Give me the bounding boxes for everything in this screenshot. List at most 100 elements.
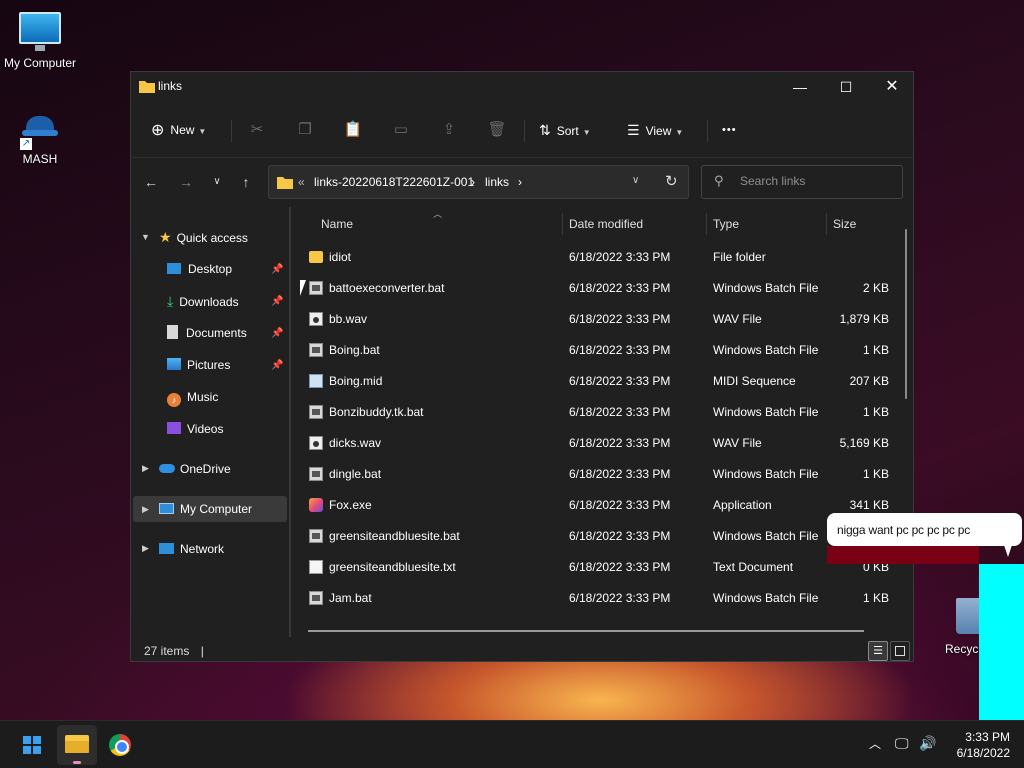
cut-icon[interactable]: ✂ <box>243 116 271 144</box>
cloud-icon <box>159 464 175 473</box>
copy-icon[interactable]: ❐ <box>291 116 319 144</box>
search-input[interactable] <box>740 174 890 188</box>
close-button[interactable]: ✕ <box>869 72 915 102</box>
volume-icon[interactable]: 🔊 <box>919 735 936 752</box>
file-name: dingle.bat <box>329 467 382 481</box>
column-header-date-modified[interactable]: Date modified <box>569 217 643 231</box>
file-row[interactable]: Jam.bat 6/18/2022 3:33 PM Windows Batch Fi… <box>297 583 897 614</box>
minimize-button[interactable]: — <box>777 72 823 102</box>
address-overflow[interactable]: « <box>298 175 305 189</box>
file-name: bb.wav <box>329 312 368 326</box>
file-type: Windows Batch File <box>713 591 819 605</box>
new-button[interactable]: ⊕ New ▼ <box>151 116 206 144</box>
delete-icon[interactable]: 🗑 <box>483 116 511 144</box>
file-type: Windows Batch File <box>713 529 819 543</box>
sidebar-item-my-computer[interactable]: ▶ My Computer <box>133 496 287 522</box>
file-date-modified: 6/18/2022 3:33 PM <box>569 343 671 357</box>
desktop-icon-my-computer[interactable]: My Computer <box>0 12 80 70</box>
file-row[interactable]: idiot 6/18/2022 3:33 PM File folder <box>297 242 897 273</box>
file-row[interactable]: dicks.wav 6/18/2022 3:33 PM WAV File 5,169 … <box>297 428 897 459</box>
details-view-button[interactable]: ☰ <box>868 641 888 661</box>
tiles-view-button[interactable] <box>890 641 910 661</box>
address-segment[interactable]: links-20220618T222601Z-001 <box>314 175 474 189</box>
file-date-modified: 6/18/2022 3:33 PM <box>569 591 671 605</box>
forward-arrow-icon[interactable]: → <box>174 170 198 194</box>
vertical-scrollbar[interactable] <box>905 229 907 399</box>
file-name: battoexeconverter.bat <box>329 281 445 295</box>
back-arrow-icon[interactable]: ← <box>139 170 163 194</box>
start-button[interactable] <box>12 725 52 765</box>
chevron-right-icon[interactable]: ▶ <box>142 496 149 522</box>
chevron-right-icon[interactable]: ▶ <box>142 463 149 474</box>
chevron-down-icon: ▼ <box>582 128 591 137</box>
wav-file-icon <box>309 436 323 450</box>
chevron-down-icon: ▼ <box>675 128 684 137</box>
sidebar-item-videos[interactable]: Videos <box>167 416 287 442</box>
file-row[interactable]: bb.wav 6/18/2022 3:33 PM WAV File 1,879 KB <box>297 304 897 335</box>
mouse-cursor-icon <box>300 280 312 296</box>
chevron-right-icon[interactable]: ▶ <box>142 543 149 554</box>
sidebar-item-network[interactable]: Network <box>159 536 287 562</box>
taskbar-file-explorer[interactable] <box>57 725 97 765</box>
sidebar-item-downloads[interactable]: ⤓ Downloads <box>167 288 287 314</box>
address-segment[interactable]: links <box>485 175 509 189</box>
up-arrow-icon[interactable]: ↑ <box>234 170 258 194</box>
search-box[interactable]: ⚲ <box>701 165 903 199</box>
maximize-button[interactable]: ☐ <box>823 72 869 102</box>
chevron-down-icon[interactable]: ▼ <box>141 232 150 242</box>
sidebar-item-pictures[interactable]: Pictures <box>167 352 287 378</box>
refresh-icon[interactable]: ↻ <box>665 172 678 190</box>
paste-icon[interactable]: 📋 <box>339 116 367 144</box>
file-row[interactable]: Fox.exe 6/18/2022 3:33 PM Application 341 K… <box>297 490 897 521</box>
computer-icon <box>19 12 61 51</box>
sidebar-item-label: Downloads <box>179 295 239 309</box>
sidebar-scrollbar[interactable] <box>289 207 291 637</box>
share-icon[interactable]: ⇪ <box>435 116 463 144</box>
file-size: 2 KB <box>862 281 889 295</box>
file-row[interactable]: dingle.bat 6/18/2022 3:33 PM Windows Batch… <box>297 459 897 490</box>
see-more-button[interactable]: ••• <box>722 116 737 144</box>
file-row[interactable]: Boing.mid 6/18/2022 3:33 PM MIDI Sequence 2… <box>297 366 897 397</box>
file-size: 1,879 KB <box>839 312 889 326</box>
address-bar[interactable]: « links-20220618T222601Z-001 › links › ∨… <box>268 165 689 199</box>
title-bar[interactable]: links — ☐ ✕ <box>131 72 913 102</box>
network-icon <box>159 543 174 554</box>
file-size: 207 KB <box>849 374 889 388</box>
rename-icon[interactable]: ▭ <box>387 116 415 144</box>
file-date-modified: 6/18/2022 3:33 PM <box>569 467 671 481</box>
file-row[interactable]: Bonzibuddy.tk.bat 6/18/2022 3:33 PM Window… <box>297 397 897 428</box>
taskbar-chrome[interactable] <box>100 725 140 765</box>
file-date-modified: 6/18/2022 3:33 PM <box>569 312 671 326</box>
horizontal-scrollbar[interactable] <box>308 630 864 632</box>
file-date-modified: 6/18/2022 3:33 PM <box>569 436 671 450</box>
file-explorer-window: links — ☐ ✕ ⊕ New ▼ ✂ ❐ 📋 ▭ ⇪ 🗑 ⇅ Sort ▼ ☰ Vi… <box>130 71 914 662</box>
tiles-view-icon <box>895 646 905 656</box>
sidebar-item-desktop[interactable]: Desktop <box>167 256 287 282</box>
address-separator: › <box>518 175 522 189</box>
column-header-name[interactable]: Name <box>321 217 353 231</box>
plus-icon: ⊕ <box>151 122 165 139</box>
address-separator: › <box>471 175 475 189</box>
file-row[interactable]: battoexeconverter.bat 6/18/2022 3:33 PM Wi… <box>297 273 897 304</box>
column-header-size[interactable]: Size <box>833 217 856 231</box>
chrome-icon <box>109 734 131 756</box>
sidebar-item-documents[interactable]: Documents <box>167 320 287 346</box>
file-name: Fox.exe <box>329 498 372 512</box>
column-header-type[interactable]: Type <box>713 217 739 231</box>
file-row[interactable]: greensiteandbluesite.bat 6/18/2022 3:33 P… <box>297 521 897 552</box>
recent-locations-chevron-icon[interactable]: ∨ <box>205 170 229 194</box>
sort-button[interactable]: ⇅ Sort ▼ <box>539 116 591 144</box>
desktop-icon-mash[interactable]: ↗ MASH <box>0 112 80 166</box>
view-button[interactable]: ☰ View ▼ <box>627 116 683 144</box>
file-row[interactable]: greensiteandbluesite.txt 6/18/2022 3:33 P… <box>297 552 897 583</box>
sidebar-item-music[interactable]: ♪ Music <box>167 384 287 410</box>
show-hidden-icons-chevron-icon[interactable]: ︿ <box>869 735 881 752</box>
file-type: WAV File <box>713 312 762 326</box>
address-history-chevron-icon[interactable]: ∨ <box>632 175 639 186</box>
file-row[interactable]: Boing.bat 6/18/2022 3:33 PM Windows Batch … <box>297 335 897 366</box>
file-size: 1 KB <box>862 591 889 605</box>
sidebar-item-onedrive[interactable]: OneDrive <box>159 456 287 482</box>
network-status-icon[interactable]: 🖵 <box>895 735 909 752</box>
sidebar-item-quick-access[interactable]: ★ Quick access <box>159 224 287 250</box>
system-clock[interactable]: 3:33 PM 6/18/2022 <box>940 729 1010 761</box>
